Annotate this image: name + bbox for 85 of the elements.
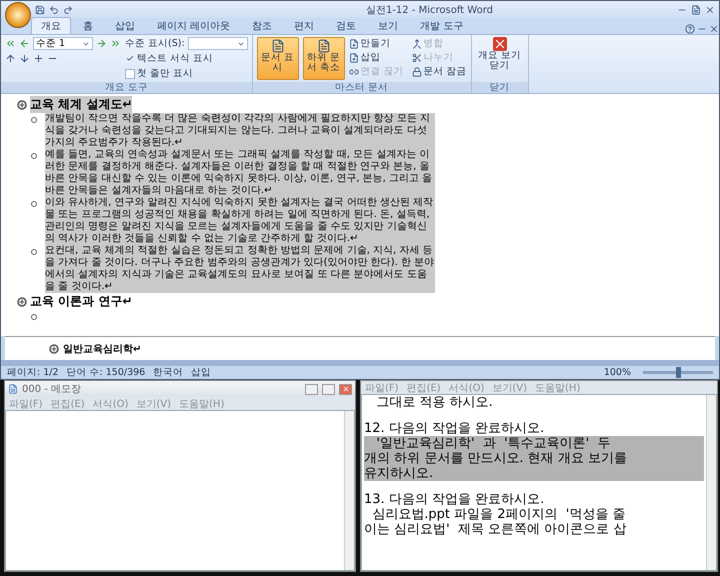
group-label: 개요 도구	[1, 82, 252, 93]
group-label: 마스터 문서	[252, 82, 471, 93]
outline-heading: 교육 이론과 연구↵	[30, 293, 132, 310]
zoom-thumb[interactable]	[676, 367, 681, 378]
outline-heading: 교육 체계 설계도↵	[30, 96, 132, 113]
new-document-icon	[348, 38, 359, 48]
insert-mode: 삽입	[191, 366, 212, 379]
close-outline-button[interactable]: 개요 보기 닫기	[476, 37, 524, 80]
down-arrow-icon[interactable]	[19, 53, 30, 64]
ribbon-button[interactable]: 문서 표시	[256, 37, 299, 80]
checkbox[interactable]	[125, 54, 135, 64]
scissors-icon	[412, 52, 422, 62]
ribbon-tab[interactable]: 편지	[284, 17, 324, 34]
close-icon	[492, 37, 507, 51]
outline-paragraph: 요컨대, 교육 체계의 적절한 실습은 정돈되고 정확한 방법의 문제에 기술, 지식, 자세 등을 가져다 줄 것이다. 더구나 주요한 범주와의 공생관계가 있다(있어야만 한다). 한 분야에서의 설계자의 지식과 기술은 교육설계도의 묘사로 보여질 또 다른 분야에서도 도움을 줄 것이다.↵	[45, 245, 435, 293]
redo-icon[interactable]	[63, 4, 73, 14]
text-line: 12. 다음의 작업을 완료하시오.	[364, 421, 546, 436]
minimize-button[interactable]	[305, 384, 318, 394]
group-label: 닫기	[472, 82, 528, 93]
close-icon[interactable]	[705, 4, 715, 14]
right-arrow-icon[interactable]	[96, 38, 107, 49]
ribbon-tab[interactable]: 페이지 레이아웃	[147, 17, 240, 34]
outline-paragraph: 예를 들면, 교육의 연속성과 설계문서 또는 그래픽 설계를 작성할 때, 모든 설계자는 이러한 문제를 결정하게 해준다. 설계자들은 이러한 결정을 할 때 적절한 연구와 본능, 올바른 안목을 대신할 수 있는 이론에 익숙하지 못하다. 이상, 이론, 연구, 본능, 그리고 올바른 안목들은 설계자들의 마음대로 하는 것이다.↵	[45, 149, 435, 197]
notepad-icon	[8, 384, 18, 394]
ribbon-button[interactable]: 만들기	[348, 37, 404, 50]
document-icon	[270, 39, 285, 53]
close-button[interactable]	[339, 384, 352, 394]
ribbon-button[interactable]: 문서 잠금	[412, 65, 467, 78]
ribbon-tab[interactable]: 홈	[73, 17, 103, 34]
undo-icon[interactable]	[49, 4, 59, 14]
show-level-label: 수준 표시(S):	[125, 37, 185, 50]
subdocument-heading: 일반교육심리학↵	[63, 342, 142, 356]
show-level-dropdown[interactable]	[188, 37, 248, 50]
text-line: 13. 다음의 작업을 완료하시오.	[364, 492, 546, 507]
text-area[interactable]: 그대로 적용 하시오. 12. 다음의 작업을 완료하시오. '일반교육심리학' 과 '특수교육이론' 두 개의 하위 문서를 만드시오. 현재 개요 보기를 유지하시오. 13. 다음의 작업을 완료하시오. 심리요법.ppt 파일을 2페이지의 '먹성을 줄 이는 심리요법' 제목 오른쪽에 아이콘으로 삽	[361, 394, 717, 571]
plus-circle-icon[interactable]	[17, 296, 27, 306]
text-line: 그대로 적용 하시오.	[375, 395, 494, 410]
bullet-icon	[31, 117, 37, 123]
maximize-button[interactable]	[322, 384, 335, 394]
ribbon-tab[interactable]: 개요	[31, 17, 71, 34]
bullet-icon	[31, 314, 37, 320]
zoom-level: 100%	[604, 367, 631, 378]
page-count: 페이지: 1/2	[7, 366, 59, 379]
word-count: 단어 수: 150/396	[66, 366, 146, 379]
double-right-arrow-icon[interactable]	[110, 38, 121, 49]
link-icon	[348, 66, 359, 76]
ribbon-tab[interactable]: 참조	[242, 17, 282, 34]
horizontal-scrollbar[interactable]	[1, 360, 719, 366]
ribbon-tab[interactable]: 검토	[326, 17, 366, 34]
ribbon-tab[interactable]: 보기	[368, 17, 408, 34]
outline-paragraph: 이와 유사하게, 연구와 알려진 지식에 익숙하지 못한 설계자는 결국 어떠한 생산된 제작물 또는 프로그램의 성공적인 채용을 확실하게 하려는 일에 직면하게 된다. 돈, 설득력, 관리인의 명령은 알려진 지식을 모르는 설계자들에게 도움을 줄 수도 있지만 기술혁신의 역사가 이러한 것들을 신뢰할 수 없는 기술로 간주하게 할 것이다.↵	[45, 197, 435, 245]
ribbon-tab[interactable]: 삽입	[105, 17, 145, 34]
bullet-icon	[31, 201, 37, 207]
merge-icon	[412, 38, 422, 48]
plus-circle-icon[interactable]	[49, 344, 59, 354]
text-line: 심리요법.ppt 파일을 2페이지의 '먹성을 줄	[371, 507, 627, 522]
help-icon[interactable]	[685, 24, 695, 34]
plus-icon[interactable]	[33, 53, 44, 64]
outline-paragraph: 개발팀이 작으면 작을수록 더 많은 숙련성이 각각의 사람에게 필요하지만 항상 모든 지식을 갖거나 숙련성을 갖는다고 기대되지는 않는다. 그러나 교육이 설계되더라도 다섯 가지의 주요범주가 작용된다.↵	[45, 113, 435, 149]
window-title: 실전1-12 - Microsoft Word	[364, 4, 494, 16]
insert-document-icon	[348, 52, 359, 62]
ribbon-button[interactable]: 하위 문서 축소	[302, 37, 345, 80]
office-button[interactable]	[5, 2, 31, 28]
double-left-arrow-icon[interactable]	[5, 38, 16, 49]
close-icon[interactable]	[709, 24, 719, 34]
up-arrow-icon[interactable]	[5, 53, 16, 64]
bullet-icon	[31, 153, 37, 159]
ribbon-button[interactable]: 삽입	[348, 51, 404, 64]
left-arrow-icon[interactable]	[19, 38, 30, 49]
plus-circle-icon[interactable]	[17, 100, 27, 110]
option-checkbox[interactable]: 첫 줄만 표시	[125, 67, 248, 80]
vertical-scrollbar[interactable]	[706, 395, 716, 570]
lock-icon	[412, 66, 422, 76]
option-checkbox[interactable]: 텍스트 서식 표시	[125, 52, 248, 65]
language: 한국어	[153, 366, 184, 379]
text-line: 이는 심리요법' 제목 오른쪽에 아이콘으로 삽	[364, 522, 628, 537]
bullet-icon	[31, 249, 37, 255]
document-icon	[316, 39, 331, 53]
save-icon[interactable]	[35, 4, 45, 14]
window-title: 000 - 메모장	[22, 383, 82, 396]
level-dropdown[interactable]: 수준 1	[33, 37, 93, 50]
vertical-scrollbar[interactable]	[344, 411, 354, 570]
close-icon	[342, 385, 350, 393]
ribbon-tab[interactable]: 개발 도구	[410, 17, 474, 34]
checkbox[interactable]	[125, 68, 135, 78]
